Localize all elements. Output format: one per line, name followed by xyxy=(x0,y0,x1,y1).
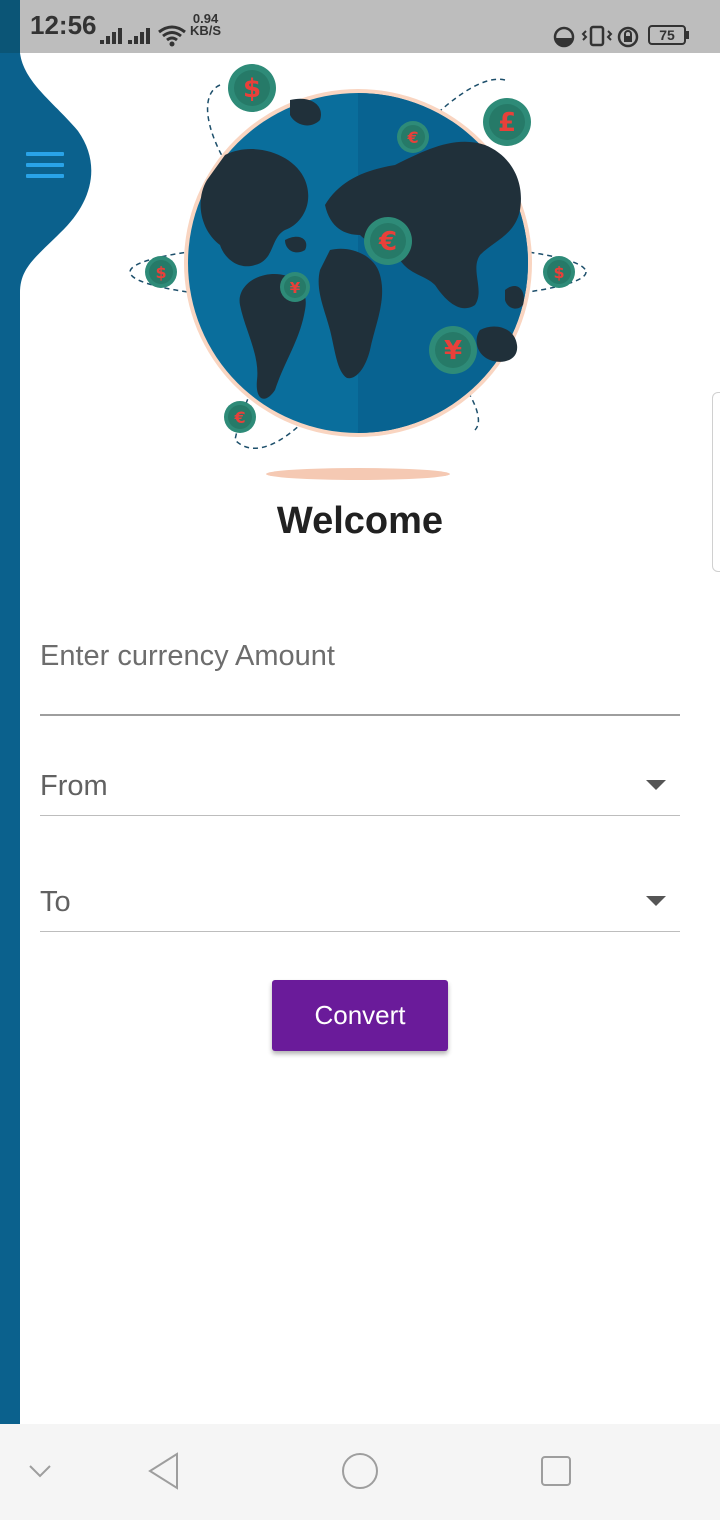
globe-shadow xyxy=(266,468,450,480)
coin-symbol: $ xyxy=(553,263,564,282)
recents-icon[interactable] xyxy=(532,1424,582,1520)
menu-icon-bar xyxy=(26,152,64,156)
welcome-title: Welcome xyxy=(276,500,444,542)
coin-symbol: £ xyxy=(498,108,516,138)
coin: € xyxy=(397,121,429,153)
status-time: 12:56 xyxy=(30,10,97,40)
coin-symbol: ¥ xyxy=(444,336,462,366)
signal-icon-2 xyxy=(128,28,150,44)
battery-tip xyxy=(686,31,689,39)
chevron-down-icon[interactable] xyxy=(22,1424,58,1520)
amount-input[interactable] xyxy=(40,634,680,678)
edge-panel-handle[interactable] xyxy=(712,392,720,572)
convert-button[interactable]: Convert xyxy=(272,980,448,1051)
coin-symbol: € xyxy=(378,227,397,257)
coin: $ xyxy=(543,256,575,288)
coin: $ xyxy=(228,64,276,112)
dropdown-arrow-icon xyxy=(646,896,666,906)
coin-symbol: ¥ xyxy=(290,279,301,297)
coin: ¥ xyxy=(280,272,310,302)
coin-symbol: € xyxy=(406,128,418,147)
amount-field[interactable] xyxy=(40,620,680,716)
menu-icon-bar xyxy=(26,163,64,167)
wifi-icon xyxy=(158,25,186,47)
coin: £ xyxy=(483,98,531,146)
network-speed-unit: KB/S xyxy=(190,23,222,38)
vibrate-icon xyxy=(581,25,613,47)
to-label: To xyxy=(40,886,71,918)
from-currency-dropdown[interactable]: From xyxy=(40,756,680,816)
dropdown-arrow-icon xyxy=(646,780,666,790)
coin: € xyxy=(224,401,256,433)
home-icon[interactable] xyxy=(336,1424,386,1520)
coin: $ xyxy=(145,256,177,288)
status-bar-drawer-strip xyxy=(0,0,20,53)
coin-symbol: € xyxy=(233,408,245,427)
coin: ¥ xyxy=(429,326,477,374)
navigation-bar xyxy=(0,1424,720,1520)
back-icon[interactable] xyxy=(140,1424,190,1520)
menu-button[interactable] xyxy=(22,152,68,188)
network-speed: 0.94 KB/S xyxy=(190,12,222,38)
battery-icon: 75 xyxy=(648,25,686,45)
globe-currency-illustration: $ £ € € $ $ ¥ ¥ € xyxy=(129,64,587,480)
signal-icon xyxy=(100,28,122,44)
menu-icon-bar xyxy=(26,174,64,178)
coin-symbol: $ xyxy=(155,263,166,282)
data-saver-icon xyxy=(553,26,575,48)
to-currency-dropdown[interactable]: To xyxy=(40,872,680,932)
coin-symbol: $ xyxy=(243,74,261,104)
status-bar: 12:56 0.94 KB/S 75 xyxy=(0,0,720,53)
coin: € xyxy=(364,217,412,265)
rotation-lock-icon xyxy=(617,26,639,48)
from-label: From xyxy=(40,770,108,802)
